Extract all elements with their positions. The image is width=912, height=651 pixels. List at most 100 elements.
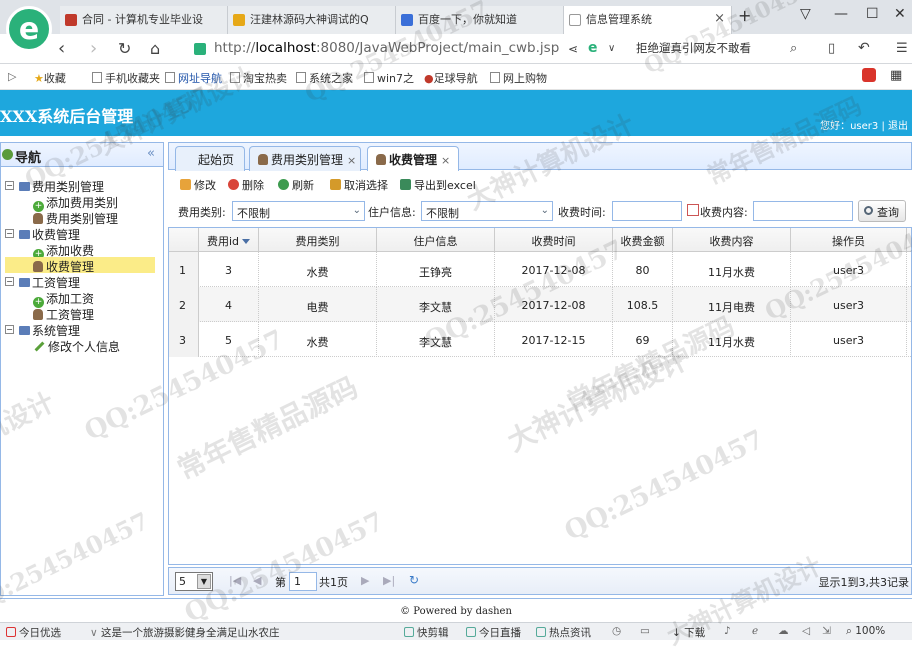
status-item[interactable]: 今日直播 (466, 625, 521, 640)
tree-group-salary[interactable]: − 工资管理 (1, 273, 163, 290)
first-page-icon[interactable]: |◀ (229, 574, 241, 587)
back-icon[interactable]: ‹ (58, 38, 65, 59)
refresh-button[interactable]: 刷新 (278, 177, 314, 193)
resize-icon[interactable]: ⇲ (822, 625, 831, 637)
col-header-amount[interactable]: 收费金额 (613, 228, 673, 252)
bookmark-item[interactable]: 网址导航 (165, 70, 222, 86)
table-row[interactable]: 1 3 水费 王铮亮 2017-12-08 80 11月水费 user3 (169, 252, 911, 287)
bookmark-item[interactable]: ●足球导航 (424, 70, 478, 86)
col-header-resident[interactable]: 住户信息 (377, 228, 495, 252)
status-news-ticker[interactable]: ∨ 这是一个旅游摄影健身全满足山水农庄 (90, 625, 280, 640)
search-icon[interactable]: ⌕ (790, 41, 797, 56)
cancel-select-button[interactable]: 取消选择 (330, 177, 388, 193)
table-row[interactable]: 3 5 水费 李文慧 2017-12-15 69 11月水费 user3 (169, 322, 911, 357)
collapse-panel-icon[interactable]: « (147, 146, 155, 161)
new-tab-button[interactable]: + (738, 6, 751, 25)
close-window-icon[interactable]: ✕ (894, 6, 906, 22)
minimize-icon[interactable]: — (834, 6, 848, 22)
col-header-content[interactable]: 收费内容 (673, 228, 791, 252)
table-row[interactable]: 2 4 电费 李文慧 2017-12-08 108.5 11月电费 user3 (169, 287, 911, 322)
menu-icon[interactable]: ☰ (896, 41, 908, 56)
tab-charge-manage[interactable]: 收费管理 × (367, 146, 459, 172)
browser-tab-3[interactable]: 百度一下，你就知道 (396, 6, 564, 34)
tree-toggle-icon[interactable]: − (5, 229, 14, 238)
maximize-icon[interactable]: ☐ (866, 6, 879, 22)
tree-item-add-charge[interactable]: + 添加收费 (1, 241, 163, 260)
sound-icon[interactable]: ♪ (724, 625, 731, 637)
export-excel-button[interactable]: 导出到excel (400, 177, 476, 193)
tree-toggle-icon[interactable]: − (5, 181, 14, 190)
cloud-icon[interactable]: ☁ (778, 625, 789, 637)
edit-button[interactable]: 修改 (180, 177, 216, 193)
tree-item-add-salary[interactable]: + 添加工资 (1, 289, 163, 308)
close-tab-icon[interactable]: × (441, 154, 450, 167)
browser-tab-active[interactable]: 信息管理系统 × (564, 6, 732, 34)
query-button[interactable]: 查询 (858, 200, 906, 222)
bookmark-item[interactable]: win7之 (364, 70, 414, 86)
col-header-time[interactable]: 收费时间 (495, 228, 613, 252)
browser-logo-icon[interactable]: e (6, 6, 52, 52)
bookmark-item[interactable]: 系统之家 (296, 70, 353, 86)
share-icon[interactable]: ⋖ (568, 42, 578, 56)
tree-group-charge[interactable]: − 收费管理 (1, 225, 163, 242)
status-item[interactable]: 今日优选 (6, 625, 61, 640)
apps-grid-icon[interactable]: ▦ (890, 68, 902, 83)
status-download[interactable]: ↓ 下载 (672, 625, 705, 640)
prev-page-icon[interactable]: ◀ (253, 574, 261, 587)
game-icon[interactable] (862, 68, 876, 82)
tree-toggle-icon[interactable]: − (5, 325, 14, 334)
shirt-skin-icon[interactable]: ▽ (800, 6, 811, 22)
resident-select[interactable]: 不限制 ⌄ (421, 201, 553, 221)
volume-icon[interactable]: ◁ (802, 625, 810, 637)
delete-button[interactable]: 删除 (228, 177, 264, 193)
col-header-fee-type[interactable]: 费用类别 (259, 228, 377, 252)
bookmark-item[interactable]: 淘宝热卖 (230, 70, 287, 86)
home-icon[interactable]: ⌂ (150, 39, 160, 58)
search-suggestion[interactable]: 拒绝遛真引网友不敢看 (636, 40, 751, 56)
col-header-operator[interactable]: 操作员 (791, 228, 907, 252)
chevron-down-icon[interactable]: ∨ (608, 43, 615, 54)
tree-group-fee-type[interactable]: − 费用类别管理 (1, 177, 163, 194)
clock-icon[interactable]: ◷ (612, 625, 621, 637)
tree-item-add-fee-type[interactable]: + 添加费用类别 (1, 193, 163, 212)
tree-item-salary-manage[interactable]: 工资管理 (1, 305, 163, 322)
status-item[interactable]: 快剪辑 (404, 625, 449, 640)
user-info-logout[interactable]: 您好：user3 | 退出 (820, 117, 908, 132)
page-size-select[interactable]: 5 ▼ (175, 572, 213, 591)
page-number-input[interactable]: 1 (289, 572, 317, 591)
zoom-level[interactable]: ⌕ 100% (846, 625, 885, 638)
browser-tab-1[interactable]: 合同 - 计算机专业毕业设 (60, 6, 228, 34)
refresh-icon[interactable]: ↻ (409, 573, 419, 587)
col-header-fee-id[interactable]: 费用id (199, 228, 259, 252)
bookmarks-toggle-icon[interactable]: ▷ (8, 70, 16, 83)
tab-favicon-icon (401, 14, 413, 26)
status-item[interactable]: 热点资讯 (536, 625, 591, 640)
screen-icon[interactable]: ▭ (640, 625, 650, 637)
calendar-icon[interactable] (687, 204, 699, 216)
charge-content-input[interactable] (753, 201, 853, 221)
tab-home[interactable]: 起始页 (175, 146, 245, 171)
tab-fee-type-manage[interactable]: 费用类别管理 × (249, 146, 361, 171)
bookmark-item[interactable]: ★收藏 (34, 70, 66, 86)
undo-icon[interactable]: ↶ (858, 40, 870, 56)
browser-tab-2[interactable]: 汪建林源码大神调试的Q (228, 6, 396, 34)
tree-item-edit-profile[interactable]: 修改个人信息 (1, 337, 163, 354)
next-page-icon[interactable]: ▶ (361, 574, 369, 587)
phone-icon[interactable]: ▯ (828, 41, 835, 56)
bookmark-item[interactable]: 手机收藏夹 (92, 70, 160, 86)
close-tab-icon[interactable]: × (347, 154, 356, 167)
url-field[interactable]: http://localhost:8080/JavaWebProject/mai… (186, 37, 559, 61)
close-tab-icon[interactable]: × (714, 11, 725, 26)
charge-time-input[interactable] (612, 201, 699, 221)
last-page-icon[interactable]: ▶| (383, 574, 395, 587)
bookmark-item[interactable]: 网上购物 (490, 70, 547, 86)
forward-icon[interactable]: › (90, 38, 97, 59)
tree-item-charge-manage[interactable]: 收费管理 (5, 257, 155, 274)
tree-item-fee-type-manage[interactable]: 费用类别管理 (1, 209, 163, 226)
ie-icon[interactable]: ℯ (752, 625, 758, 637)
reload-icon[interactable]: ↻ (118, 39, 131, 58)
tree-toggle-icon[interactable]: − (5, 277, 14, 286)
engine-icon[interactable]: e (588, 40, 598, 56)
tree-group-system[interactable]: − 系统管理 (1, 321, 163, 338)
fee-type-select[interactable]: 不限制 ⌄ (232, 201, 365, 221)
